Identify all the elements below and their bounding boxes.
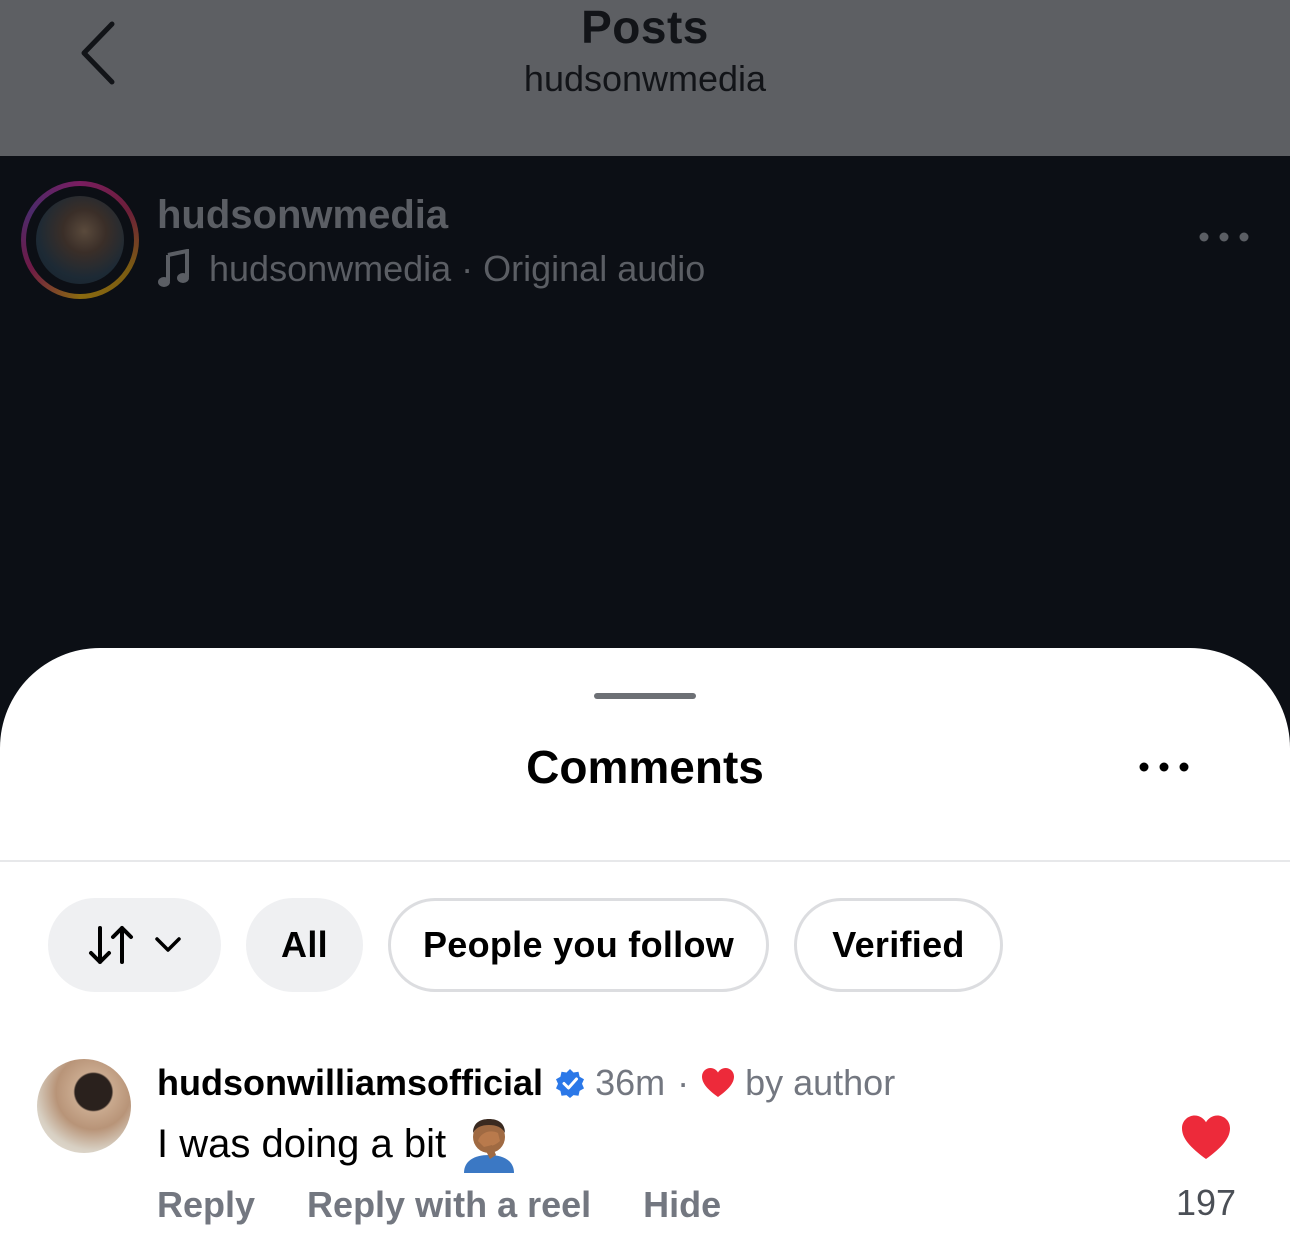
face-palm-emoji [464,1119,515,1173]
page-subtitle: hudsonwmedia [523,58,767,99]
post-author-avatar[interactable] [21,181,139,299]
audio-label: Original audio [483,248,706,289]
post-username[interactable]: hudsonwmedia [157,193,448,238]
chip-label: Verified [832,924,965,965]
post-more-button[interactable] [1196,222,1252,252]
heart-icon [702,1068,735,1097]
verified-badge-icon [556,1069,585,1098]
comment-actions: Reply Reply with a reel Hide [157,1180,721,1230]
comment-username[interactable]: hudsonwilliamsofficial [157,1062,543,1104]
music-note-icon [158,249,189,287]
comment-like-count: 197 [1175,1182,1237,1223]
filter-chip-verified[interactable]: Verified [794,898,1003,992]
sort-arrows-icon [88,926,133,964]
reply-with-reel-button[interactable]: Reply with a reel [307,1184,591,1226]
filter-chip-people-you-follow[interactable]: People you follow [388,898,769,992]
commenter-avatar[interactable] [37,1059,131,1153]
audio-separator: · [461,248,474,289]
chip-label: People you follow [422,924,735,965]
heart-icon [1182,1115,1230,1159]
chevron-down-icon [154,937,181,952]
reply-button[interactable]: Reply [157,1184,255,1226]
comment-time: 36m [595,1062,666,1103]
chip-label: All [281,924,328,965]
more-horizontal-icon [1199,232,1249,242]
comment-body: I was doing a bit [157,1121,447,1166]
comment-meta: hudsonwilliamsofficial 36m · by author [157,1060,895,1106]
comment-like-button[interactable] [1180,1114,1232,1162]
more-horizontal-icon [1139,762,1189,772]
sheet-grabber[interactable] [594,693,696,699]
comment-text: I was doing a bit [157,1116,518,1173]
avatar-photo [36,196,124,284]
top-nav-bar: Posts hudsonwmedia [0,0,1290,156]
page-title: Posts [581,1,709,53]
liked-by-author-label: by author [745,1062,896,1103]
filter-chip-all[interactable]: All [246,898,363,992]
divider [0,860,1290,862]
audio-owner: hudsonwmedia [209,248,452,289]
meta-separator: · [677,1062,690,1103]
sort-button[interactable] [48,898,221,992]
post-audio-info[interactable]: hudsonwmedia · Original audio [157,248,705,290]
comments-title: Comments [526,741,764,793]
comments-more-button[interactable] [1136,752,1192,782]
hide-button[interactable]: Hide [643,1184,721,1226]
